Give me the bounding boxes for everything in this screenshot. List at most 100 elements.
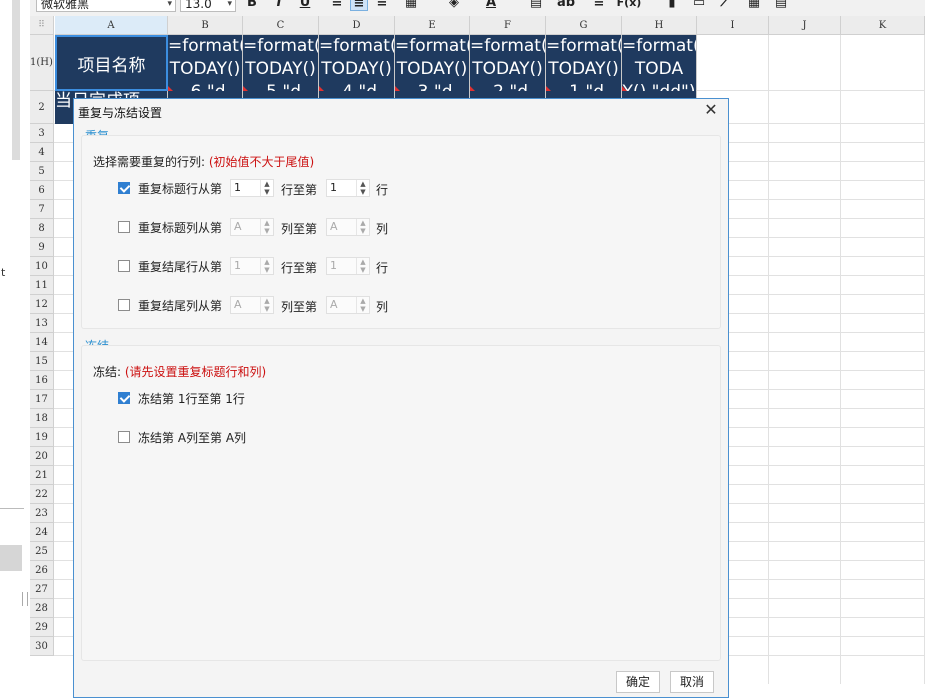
- align-center-icon[interactable]: ≡: [350, 0, 368, 11]
- spin-from[interactable]: 1 ▲ ▼: [230, 179, 274, 197]
- left-panel-tab[interactable]: [0, 545, 22, 571]
- row-header-3[interactable]: 3: [30, 124, 54, 143]
- spinner-arrows-icon[interactable]: ▲ ▼: [260, 219, 273, 235]
- row-header-13[interactable]: 13: [30, 314, 54, 333]
- left-scrollbar[interactable]: [12, 0, 20, 160]
- row-header-6[interactable]: 6: [30, 181, 54, 200]
- row-header-15[interactable]: 15: [30, 352, 54, 371]
- row-header-23[interactable]: 23: [30, 504, 54, 523]
- formula-icon[interactable]: F(x): [615, 0, 643, 11]
- column-header-i[interactable]: I: [697, 16, 769, 35]
- row-header-4[interactable]: 4: [30, 143, 54, 162]
- select-all-corner[interactable]: ⠿: [30, 16, 54, 35]
- text-format-icon[interactable]: ≡: [590, 0, 608, 11]
- resize-grip-icon[interactable]: [22, 592, 28, 606]
- row-header-20[interactable]: 20: [30, 447, 54, 466]
- row-header-5[interactable]: 5: [30, 162, 54, 181]
- font-family-select[interactable]: 微软雅黑 ▾: [36, 0, 176, 12]
- close-icon[interactable]: ✕: [702, 101, 720, 119]
- row-header-12[interactable]: 12: [30, 295, 54, 314]
- row-header-26[interactable]: 26: [30, 561, 54, 580]
- row-header-19[interactable]: 19: [30, 428, 54, 447]
- checkbox[interactable]: [118, 221, 130, 233]
- spin-to[interactable]: 1 ▲ ▼: [326, 257, 370, 275]
- table-icon[interactable]: ▦: [745, 0, 763, 11]
- row-header-8[interactable]: 8: [30, 219, 54, 238]
- spin-from[interactable]: A ▲ ▼: [230, 218, 274, 236]
- spin-to[interactable]: A ▲ ▼: [326, 218, 370, 236]
- checkbox[interactable]: [118, 299, 130, 311]
- column-header-e[interactable]: E: [395, 16, 470, 35]
- row-header-21[interactable]: 21: [30, 466, 54, 485]
- column-header-a[interactable]: A: [55, 16, 168, 35]
- align-right-icon[interactable]: ≡: [373, 0, 391, 11]
- repeat-freeze-dialog: 重复与冻结设置 ✕ 重复 选择需要重复的行列: (初始值不大于尾值) 重复标题行…: [73, 98, 729, 698]
- header-cell-b[interactable]: =format(TODAY() -6,"d: [168, 35, 243, 91]
- column-header-f[interactable]: F: [470, 16, 546, 35]
- spin-to[interactable]: 1 ▲ ▼: [326, 179, 370, 197]
- checkbox[interactable]: [118, 392, 130, 404]
- line-icon[interactable]: ⟋: [716, 0, 734, 11]
- option-end-label: 行: [376, 183, 389, 197]
- row-header-25[interactable]: 25: [30, 542, 54, 561]
- column-header-d[interactable]: D: [319, 16, 395, 35]
- checkbox[interactable]: [118, 182, 130, 194]
- underline-button[interactable]: U: [296, 0, 314, 11]
- column-header-j[interactable]: J: [769, 16, 841, 35]
- header-cell-e[interactable]: =format(TODAY() -3,"d: [395, 35, 470, 91]
- checkbox[interactable]: [118, 431, 130, 443]
- row-header-17[interactable]: 17: [30, 390, 54, 409]
- row-header-9[interactable]: 9: [30, 238, 54, 257]
- header-cell-g[interactable]: =format(TODAY() -1,"d: [546, 35, 622, 91]
- spinner-arrows-icon[interactable]: ▲ ▼: [260, 258, 273, 274]
- wrap-text-icon[interactable]: ab: [552, 0, 580, 11]
- row-header-7[interactable]: 7: [30, 200, 54, 219]
- spinner-arrows-icon[interactable]: ▲ ▼: [356, 258, 369, 274]
- font-color-icon[interactable]: A: [482, 0, 500, 11]
- row-header-29[interactable]: 29: [30, 618, 54, 637]
- spinner-arrows-icon[interactable]: ▲ ▼: [356, 219, 369, 235]
- column-header-k[interactable]: K: [841, 16, 925, 35]
- row-header-18[interactable]: 18: [30, 409, 54, 428]
- fill-color-icon[interactable]: ◈: [445, 0, 463, 11]
- spinner-arrows-icon[interactable]: ▲ ▼: [356, 180, 369, 196]
- row-header-11[interactable]: 11: [30, 276, 54, 295]
- spinner-arrows-icon[interactable]: ▲ ▼: [260, 180, 273, 196]
- column-header-b[interactable]: B: [168, 16, 243, 35]
- align-left-icon[interactable]: ≡: [328, 0, 346, 11]
- spinner-arrows-icon[interactable]: ▲ ▼: [356, 297, 369, 313]
- header-cell-c[interactable]: =format(TODAY() -5,"d: [243, 35, 319, 91]
- row-header-28[interactable]: 28: [30, 599, 54, 618]
- merge-cells-icon[interactable]: ▤: [527, 0, 545, 11]
- row-header-14[interactable]: 14: [30, 333, 54, 352]
- row-header-22[interactable]: 22: [30, 485, 54, 504]
- row-header-24[interactable]: 24: [30, 523, 54, 542]
- row-header-10[interactable]: 10: [30, 257, 54, 276]
- spin-from[interactable]: 1 ▲ ▼: [230, 257, 274, 275]
- image-icon[interactable]: ▭: [690, 0, 708, 11]
- header-cell-h[interactable]: =format(TODA Y(),"dd"): [622, 35, 697, 91]
- row-header-1[interactable]: 1(H): [30, 35, 54, 91]
- header-cell-d[interactable]: =format(TODAY() -4,"d: [319, 35, 395, 91]
- chart-icon[interactable]: ▮: [663, 0, 681, 11]
- ok-button[interactable]: 确定: [616, 671, 660, 693]
- cell-a1[interactable]: 项目名称: [55, 35, 168, 91]
- italic-button[interactable]: I: [270, 0, 288, 11]
- row-header-16[interactable]: 16: [30, 371, 54, 390]
- column-header-c[interactable]: C: [243, 16, 319, 35]
- spinner-arrows-icon[interactable]: ▲ ▼: [260, 297, 273, 313]
- row-header-27[interactable]: 27: [30, 580, 54, 599]
- column-header-g[interactable]: G: [546, 16, 622, 35]
- row-header-2[interactable]: 2: [30, 91, 54, 124]
- bold-button[interactable]: B: [243, 0, 261, 11]
- spin-to[interactable]: A ▲ ▼: [326, 296, 370, 314]
- header-cell-f[interactable]: =format(TODAY() -2,"d: [470, 35, 546, 91]
- border-icon[interactable]: ▦: [402, 0, 420, 11]
- row-header-30[interactable]: 30: [30, 637, 54, 656]
- spin-from[interactable]: A ▲ ▼: [230, 296, 274, 314]
- checkbox[interactable]: [118, 260, 130, 272]
- column-header-h[interactable]: H: [622, 16, 697, 35]
- font-size-select[interactable]: 13.0 ▾: [180, 0, 236, 12]
- cancel-button[interactable]: 取消: [670, 671, 714, 693]
- report-icon[interactable]: ▤: [772, 0, 790, 11]
